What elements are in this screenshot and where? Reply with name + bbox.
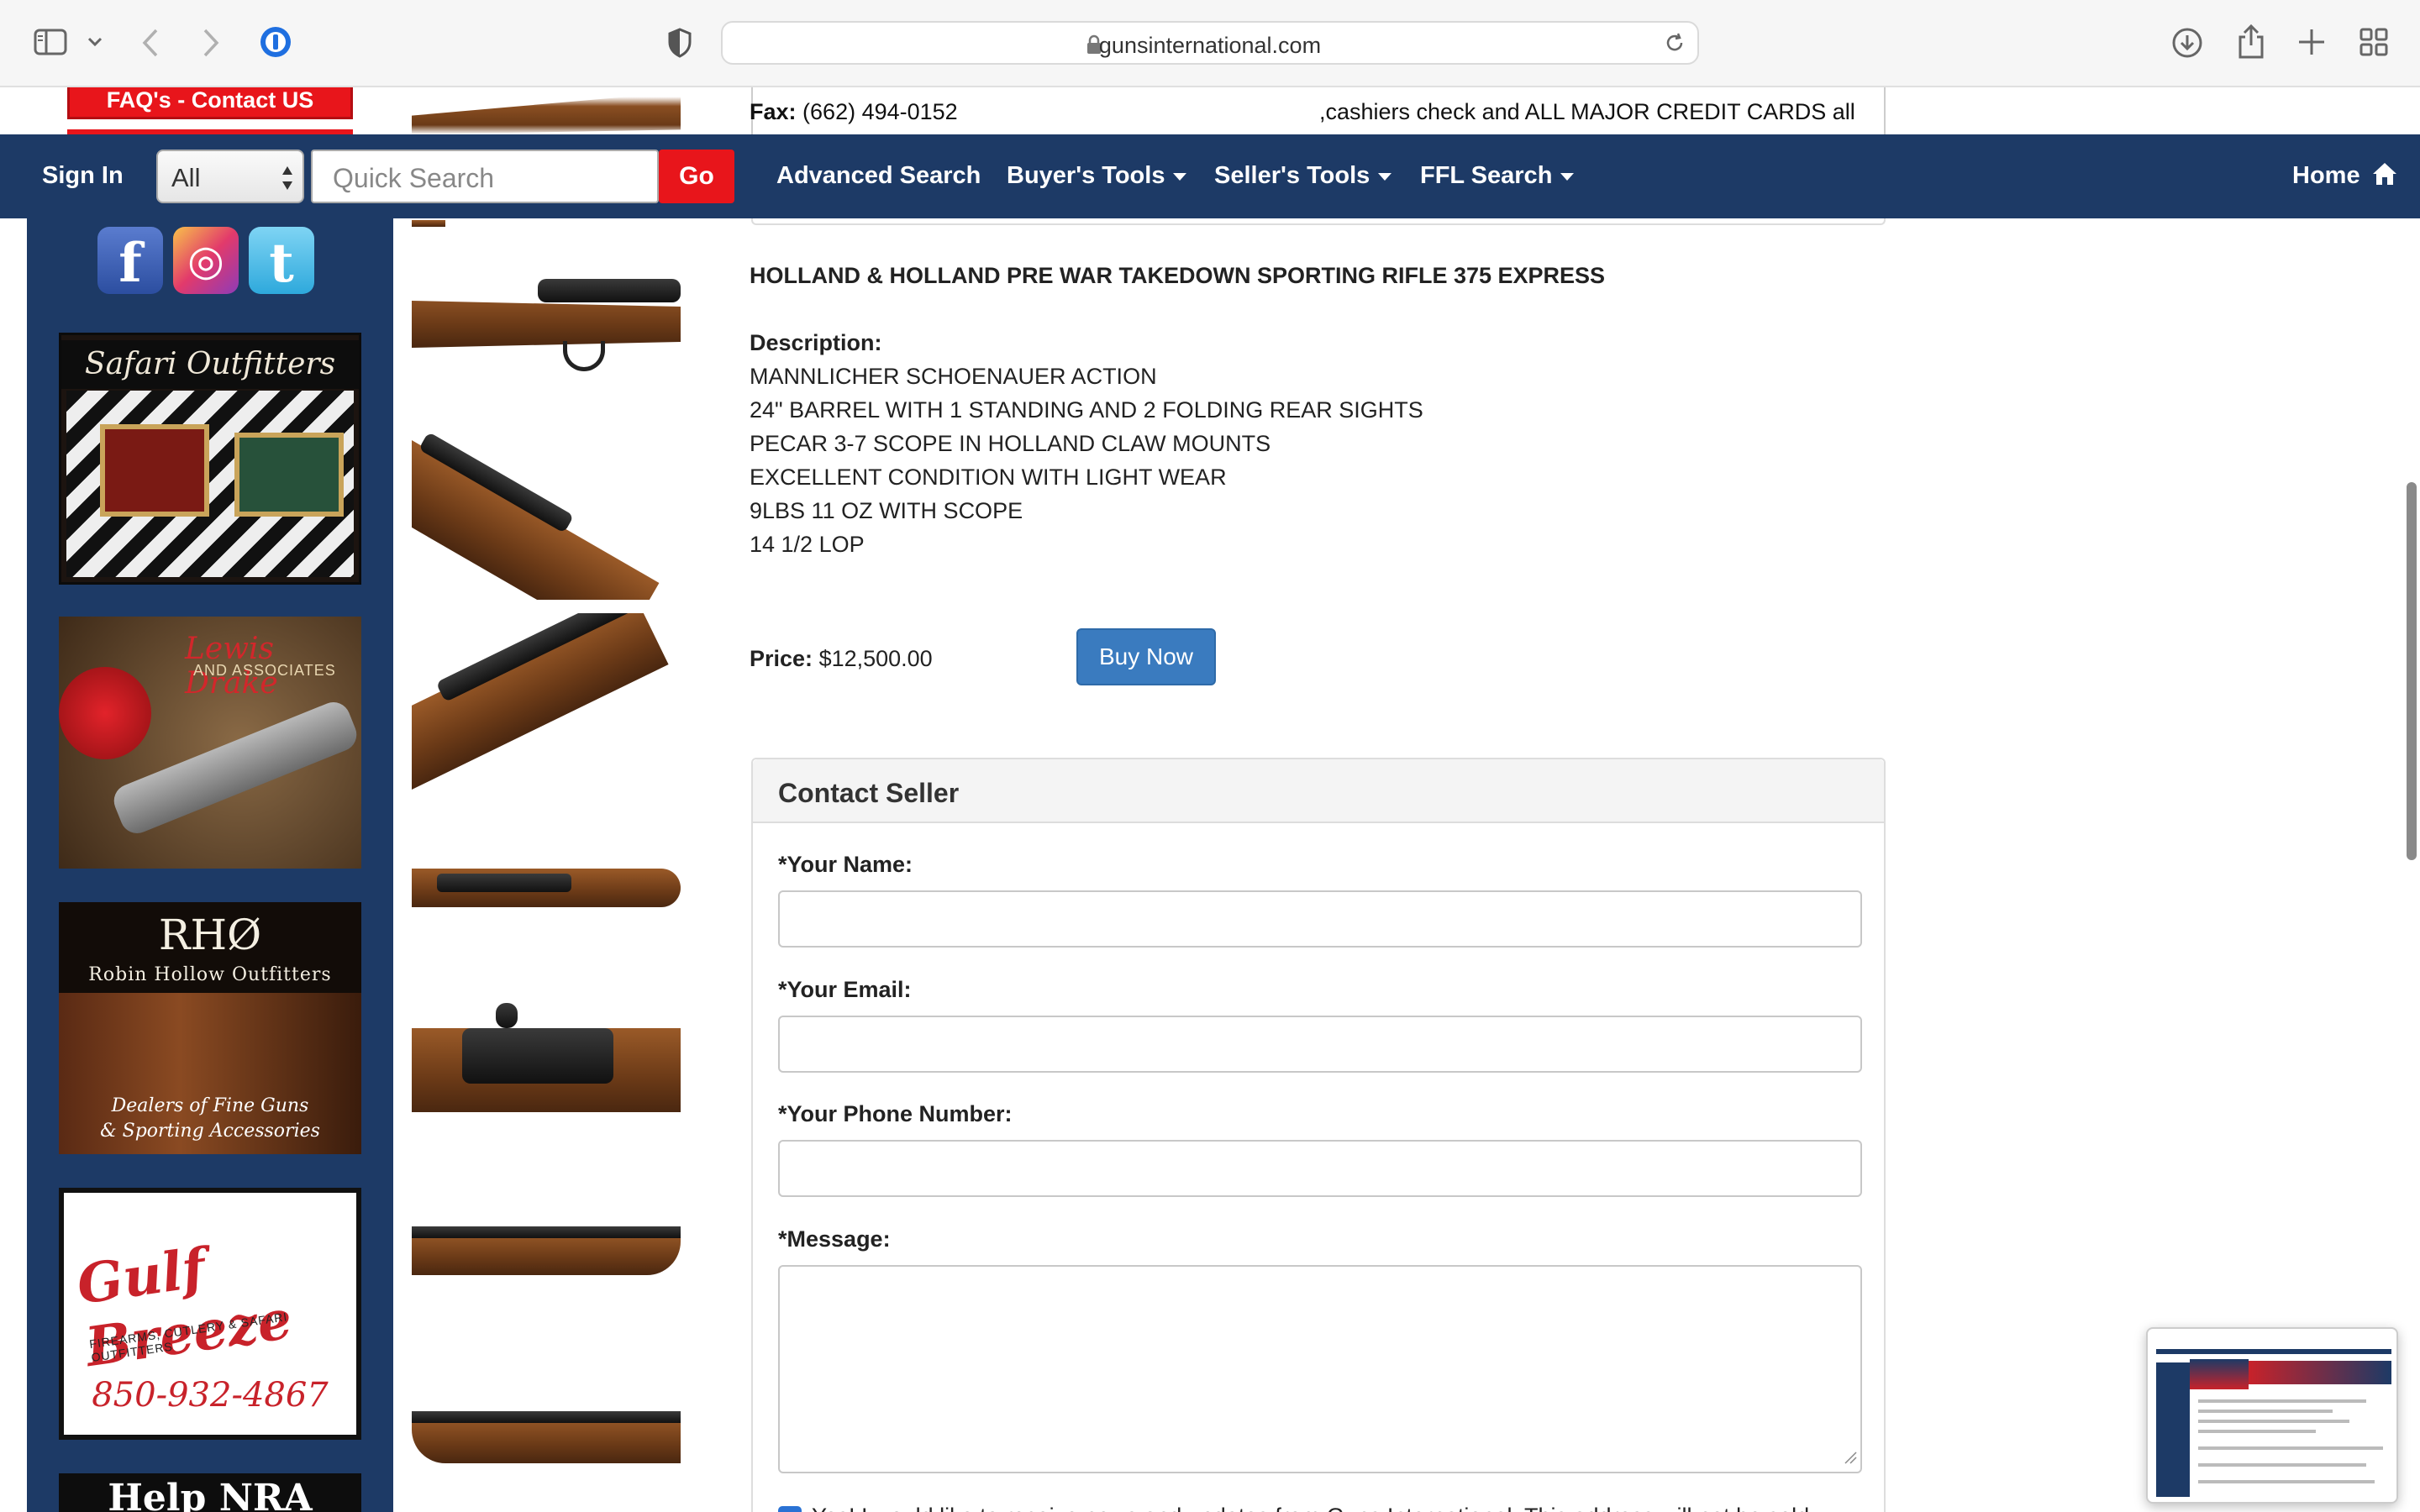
rifle-thumbnail[interactable] xyxy=(412,220,681,227)
ad-subtitle: AND ASSOCIATES xyxy=(193,662,336,679)
caret-down-icon xyxy=(1378,172,1392,181)
name-label: *Your Name: xyxy=(778,852,913,877)
sign-in-link[interactable]: Sign In xyxy=(42,162,124,190)
rifle-thumbnail[interactable] xyxy=(412,92,681,134)
payment-methods: ,cashiers check and ALL MAJOR CREDIT CAR… xyxy=(1319,99,1855,124)
rifle-thumbnail[interactable] xyxy=(412,613,681,790)
description-line: EXCELLENT CONDITION WITH LIGHT WEAR xyxy=(750,465,1227,490)
forward-icon[interactable] xyxy=(202,28,220,58)
browser-toolbar: gunsinternational.com xyxy=(0,0,2420,87)
buy-now-button[interactable]: Buy Now xyxy=(1076,628,1216,685)
seller-fax: Fax: (662) 494-0152 xyxy=(750,99,958,124)
description-line: MANNLICHER SCHOENAUER ACTION xyxy=(750,364,1157,389)
name-input[interactable] xyxy=(778,890,1862,948)
scrollbar-thumb[interactable] xyxy=(2407,482,2417,860)
caret-down-icon xyxy=(1173,172,1187,181)
rifle-thumbnail[interactable] xyxy=(412,852,681,922)
listing-title: HOLLAND & HOLLAND PRE WAR TAKEDOWN SPORT… xyxy=(750,263,1606,288)
main-nav: Sign In All Quick Search Go Advanced Sea… xyxy=(0,134,2420,218)
url-bar[interactable]: gunsinternational.com xyxy=(721,21,1699,65)
nav-home[interactable]: Home xyxy=(2292,162,2397,190)
resize-grip-icon[interactable] xyxy=(1844,1451,1857,1468)
ad-subtitle: Robin Hollow Outfitters xyxy=(88,964,332,985)
ad-lewis-drake[interactable]: Lewis Drake AND ASSOCIATES xyxy=(59,617,361,869)
faq-contact-button[interactable]: FAQ's - Contact US xyxy=(67,87,353,119)
go-button[interactable]: Go xyxy=(659,150,734,203)
optin-label: Yes! I would like to receive news and up… xyxy=(812,1504,1816,1512)
phone-input[interactable] xyxy=(778,1140,1862,1197)
left-sidebar: f ◎ t Safari Outfitters Ltd. Lewis Drake… xyxy=(27,218,393,1512)
phone-label: *Your Phone Number: xyxy=(778,1101,1013,1126)
nav-ffl-search[interactable]: FFL Search xyxy=(1420,162,1575,190)
ad-image xyxy=(66,391,354,577)
nav-buyers-tools[interactable]: Buyer's Tools xyxy=(1007,162,1187,190)
contact-seller-panel: Contact Seller *Your Name: *Your Email: … xyxy=(751,758,1886,1512)
quick-search-input[interactable]: Quick Search xyxy=(311,150,659,203)
share-icon[interactable] xyxy=(2237,24,2265,59)
category-select[interactable]: All xyxy=(156,150,304,203)
caret-down-icon xyxy=(1560,172,1575,181)
message-label: *Message: xyxy=(778,1226,891,1252)
new-tab-icon[interactable] xyxy=(2297,28,2326,56)
url-text: gunsinternational.com xyxy=(1098,33,1322,58)
tab-overview-icon[interactable] xyxy=(2360,28,2388,56)
checkbox[interactable] xyxy=(778,1505,802,1512)
header-remnant: FAQ's - Contact US Fax: (662) 494-0152 ,… xyxy=(0,87,2420,138)
info-box-bottom xyxy=(751,218,1886,225)
ad-gulf-breeze[interactable]: Gulf Breeze FIREARMS, CUTLERY & SAFARI O… xyxy=(59,1188,361,1440)
ad-safari-outfitters[interactable]: Safari Outfitters Ltd. xyxy=(59,333,361,585)
ad-phone: 850-932-4867 xyxy=(92,1376,329,1415)
sidebar-toggle-icon[interactable] xyxy=(34,29,67,55)
rifle-thumbnail[interactable] xyxy=(412,1398,681,1473)
back-icon[interactable] xyxy=(141,28,160,58)
nav-sellers-tools[interactable]: Seller's Tools xyxy=(1214,162,1392,190)
password-manager-icon[interactable] xyxy=(259,25,292,59)
home-icon xyxy=(2372,163,2396,185)
rifle-thumbnail[interactable] xyxy=(412,1218,681,1285)
ad-help-nra[interactable]: Help NRA xyxy=(59,1473,361,1512)
ad-title: RHØ xyxy=(158,911,262,959)
reload-icon[interactable] xyxy=(1664,32,1686,54)
price-value: $12,500.00 xyxy=(818,646,933,671)
rifle-thumbnail[interactable] xyxy=(412,995,681,1129)
description-line: PECAR 3-7 SCOPE IN HOLLAND CLAW MOUNTS xyxy=(750,431,1271,456)
ad-image xyxy=(59,667,151,759)
description-line: 24" BARREL WITH 1 STANDING AND 2 FOLDING… xyxy=(750,397,1423,423)
ad-title: Safari Outfitters Ltd. xyxy=(61,340,359,430)
newsletter-optin[interactable]: Yes! I would like to receive news and up… xyxy=(778,1504,1816,1512)
description-line: 9LBS 11 OZ WITH SCOPE xyxy=(750,498,1023,523)
panel-title: Contact Seller xyxy=(778,778,960,808)
downloads-icon[interactable] xyxy=(2171,27,2203,59)
nav-advanced-search[interactable]: Advanced Search xyxy=(776,162,981,190)
chevron-down-icon[interactable] xyxy=(87,37,103,47)
email-input[interactable] xyxy=(778,1016,1862,1073)
message-textarea[interactable] xyxy=(778,1265,1862,1473)
category-selected-value: All xyxy=(171,163,201,192)
ad-title: Help NRA xyxy=(108,1477,313,1512)
facebook-icon[interactable]: f xyxy=(97,227,163,295)
email-label: *Your Email: xyxy=(778,977,912,1002)
description-heading: Description: xyxy=(750,330,882,355)
page-preview-thumbnail[interactable] xyxy=(2146,1327,2398,1504)
ad-tagline: Dealers of Fine Guns & Sporting Accessori… xyxy=(100,1095,320,1142)
instagram-icon[interactable]: ◎ xyxy=(173,227,239,294)
select-arrows-icon xyxy=(281,165,294,198)
price: Price: $12,500.00 xyxy=(750,646,933,671)
privacy-shield-icon[interactable] xyxy=(667,28,692,58)
description-line: 14 1/2 LOP xyxy=(750,532,865,557)
rifle-thumbnail[interactable] xyxy=(412,423,681,600)
rifle-thumbnail[interactable] xyxy=(412,267,681,385)
ad-robin-hollow[interactable]: RHØ Robin Hollow Outfitters Dealers of F… xyxy=(59,902,361,1154)
twitter-icon[interactable]: t xyxy=(249,227,314,295)
panel-header: Contact Seller xyxy=(753,759,1884,823)
